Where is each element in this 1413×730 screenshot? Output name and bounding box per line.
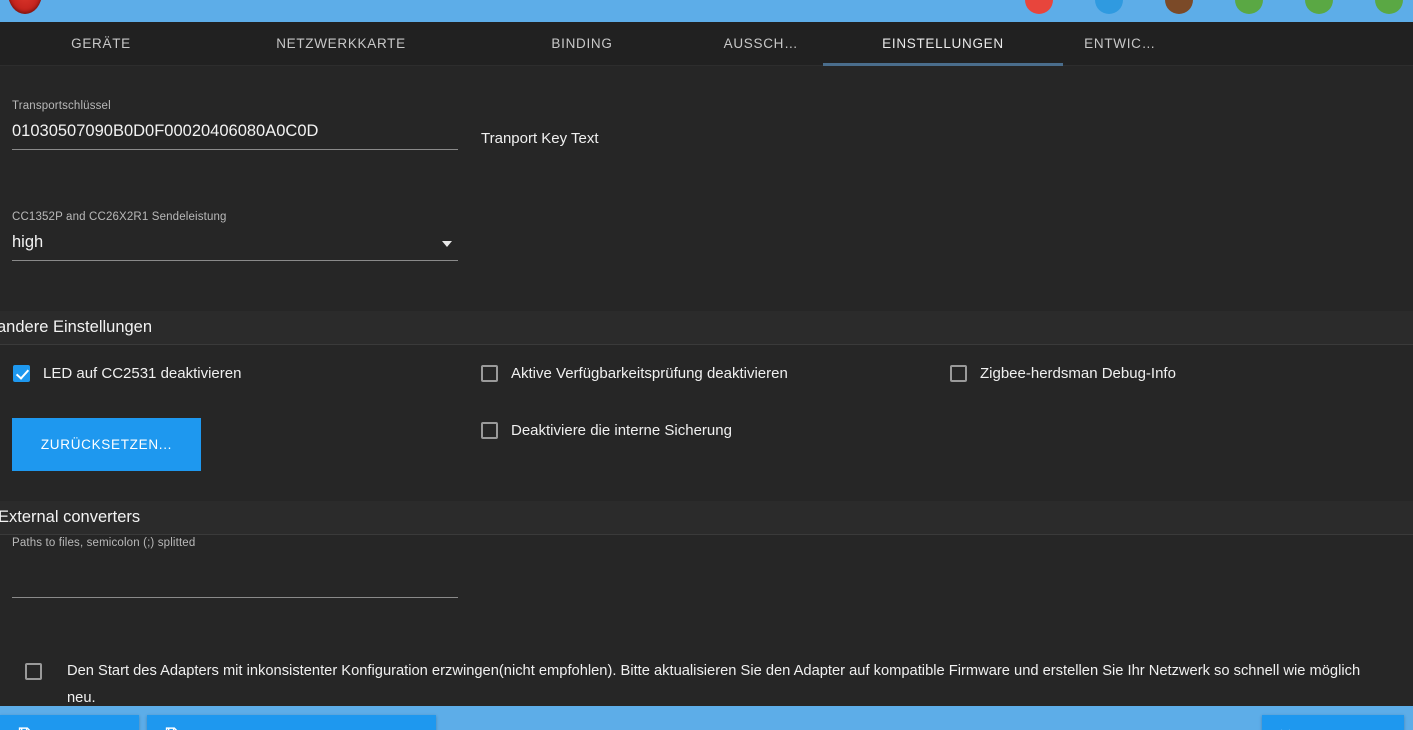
chevron-down-icon[interactable] xyxy=(442,241,452,247)
badge-green-2-icon[interactable] xyxy=(1305,0,1333,14)
badge-blue-icon[interactable] xyxy=(1095,0,1123,14)
converter-paths-field: Paths to files, semicolon (;) splitted xyxy=(12,537,458,598)
checkbox-icon[interactable] xyxy=(481,422,498,439)
tx-power-field: CC1352P and CC26X2R1 Sendeleistung high xyxy=(12,211,458,261)
tab-label: EINSTELLUNGEN xyxy=(882,36,1004,51)
tab-bar: GERÄTE NETZWERKKARTE BINDING AUSSCH… EIN… xyxy=(0,22,1413,66)
tx-power-select[interactable]: high xyxy=(12,233,458,261)
checkbox-label: Zigbee-herdsman Debug-Info xyxy=(980,365,1176,382)
tx-power-value: high xyxy=(12,233,44,251)
save-close-icon xyxy=(163,726,180,730)
tab-label: AUSSCH… xyxy=(723,36,799,51)
checkbox-availability-disable[interactable]: Aktive Verfügbarkeitsprüfung deaktiviere… xyxy=(481,364,788,383)
cancel-button[interactable]: ABBRECHEN xyxy=(1262,715,1405,730)
other-settings-header: andere Einstellungen xyxy=(0,311,1413,345)
tab-label: BINDING xyxy=(551,36,613,51)
badge-green-3-icon[interactable] xyxy=(1375,0,1403,14)
settings-window: GERÄTE NETZWERKKARTE BINDING AUSSCH… EIN… xyxy=(0,0,1413,730)
tab-entwickler[interactable]: ENTWIC… xyxy=(1050,22,1190,66)
tx-power-label: CC1352P and CC26X2R1 Sendeleistung xyxy=(12,211,227,223)
save-icon xyxy=(16,726,33,730)
badge-green-1-icon[interactable] xyxy=(1235,0,1263,14)
reset-button[interactable]: ZURÜCKSETZEN... xyxy=(12,418,201,471)
checkbox-label: Aktive Verfügbarkeitsprüfung deaktiviere… xyxy=(511,365,788,382)
save-button[interactable]: SPEICHERN xyxy=(0,715,140,730)
badge-brown-icon[interactable] xyxy=(1165,0,1193,14)
checkbox-icon[interactable] xyxy=(13,365,30,382)
checkbox-led-disable[interactable]: LED auf CC2531 deaktivieren xyxy=(13,364,241,383)
transport-key-field: Transportschlüssel 01030507090B0D0F00020… xyxy=(12,100,458,150)
converter-paths-label: Paths to files, semicolon (;) splitted xyxy=(12,537,196,549)
other-settings-title: andere Einstellungen xyxy=(0,318,153,336)
tab-einstellungen[interactable]: EINSTELLUNGEN xyxy=(823,22,1063,66)
tab-geraete[interactable]: GERÄTE xyxy=(16,22,186,66)
external-converters-header: External converters xyxy=(0,501,1413,535)
tab-label: NETZWERKKARTE xyxy=(276,36,406,51)
checkbox-disable-internal-backup[interactable]: Deaktiviere die interne Sicherung xyxy=(481,421,732,440)
transport-key-input[interactable]: 01030507090B0D0F00020406080A0C0D xyxy=(12,122,458,150)
checkbox-label: Den Start des Adapters mit inkonsistente… xyxy=(67,663,1361,706)
checkbox-force-start[interactable]: Den Start des Adapters mit inkonsistente… xyxy=(25,658,1385,706)
settings-content: Transportschlüssel 01030507090B0D0F00020… xyxy=(0,66,1413,706)
converter-paths-input[interactable] xyxy=(12,575,458,598)
transport-key-label: Transportschlüssel xyxy=(12,100,111,112)
tab-netzwerkkarte[interactable]: NETZWERKKARTE xyxy=(241,22,441,66)
save-and-close-button[interactable]: SPEICHERN UND SCHLIESSEN xyxy=(147,715,436,730)
checkbox-label: Deaktiviere die interne Sicherung xyxy=(511,422,732,439)
action-bar: SPEICHERN SPEICHERN UND SCHLIESSEN AB xyxy=(0,706,1413,730)
badge-red-icon[interactable] xyxy=(1025,0,1053,14)
tab-ausschluss[interactable]: AUSSCH… xyxy=(690,22,832,66)
checkbox-herdsman-debug[interactable]: Zigbee-herdsman Debug-Info xyxy=(950,364,1176,383)
checkbox-icon[interactable] xyxy=(950,365,967,382)
tab-label: ENTWIC… xyxy=(1084,36,1156,51)
window-top-strip xyxy=(0,0,1413,22)
transport-key-note: Tranport Key Text xyxy=(481,130,599,147)
checkbox-icon[interactable] xyxy=(25,663,42,680)
checkbox-label: LED auf CC2531 deaktivieren xyxy=(43,365,242,382)
tab-label: GERÄTE xyxy=(71,36,131,51)
external-converters-title: External converters xyxy=(0,508,141,526)
checkbox-icon[interactable] xyxy=(481,365,498,382)
tab-binding[interactable]: BINDING xyxy=(497,22,667,66)
shield-badge-icon[interactable] xyxy=(8,0,42,14)
